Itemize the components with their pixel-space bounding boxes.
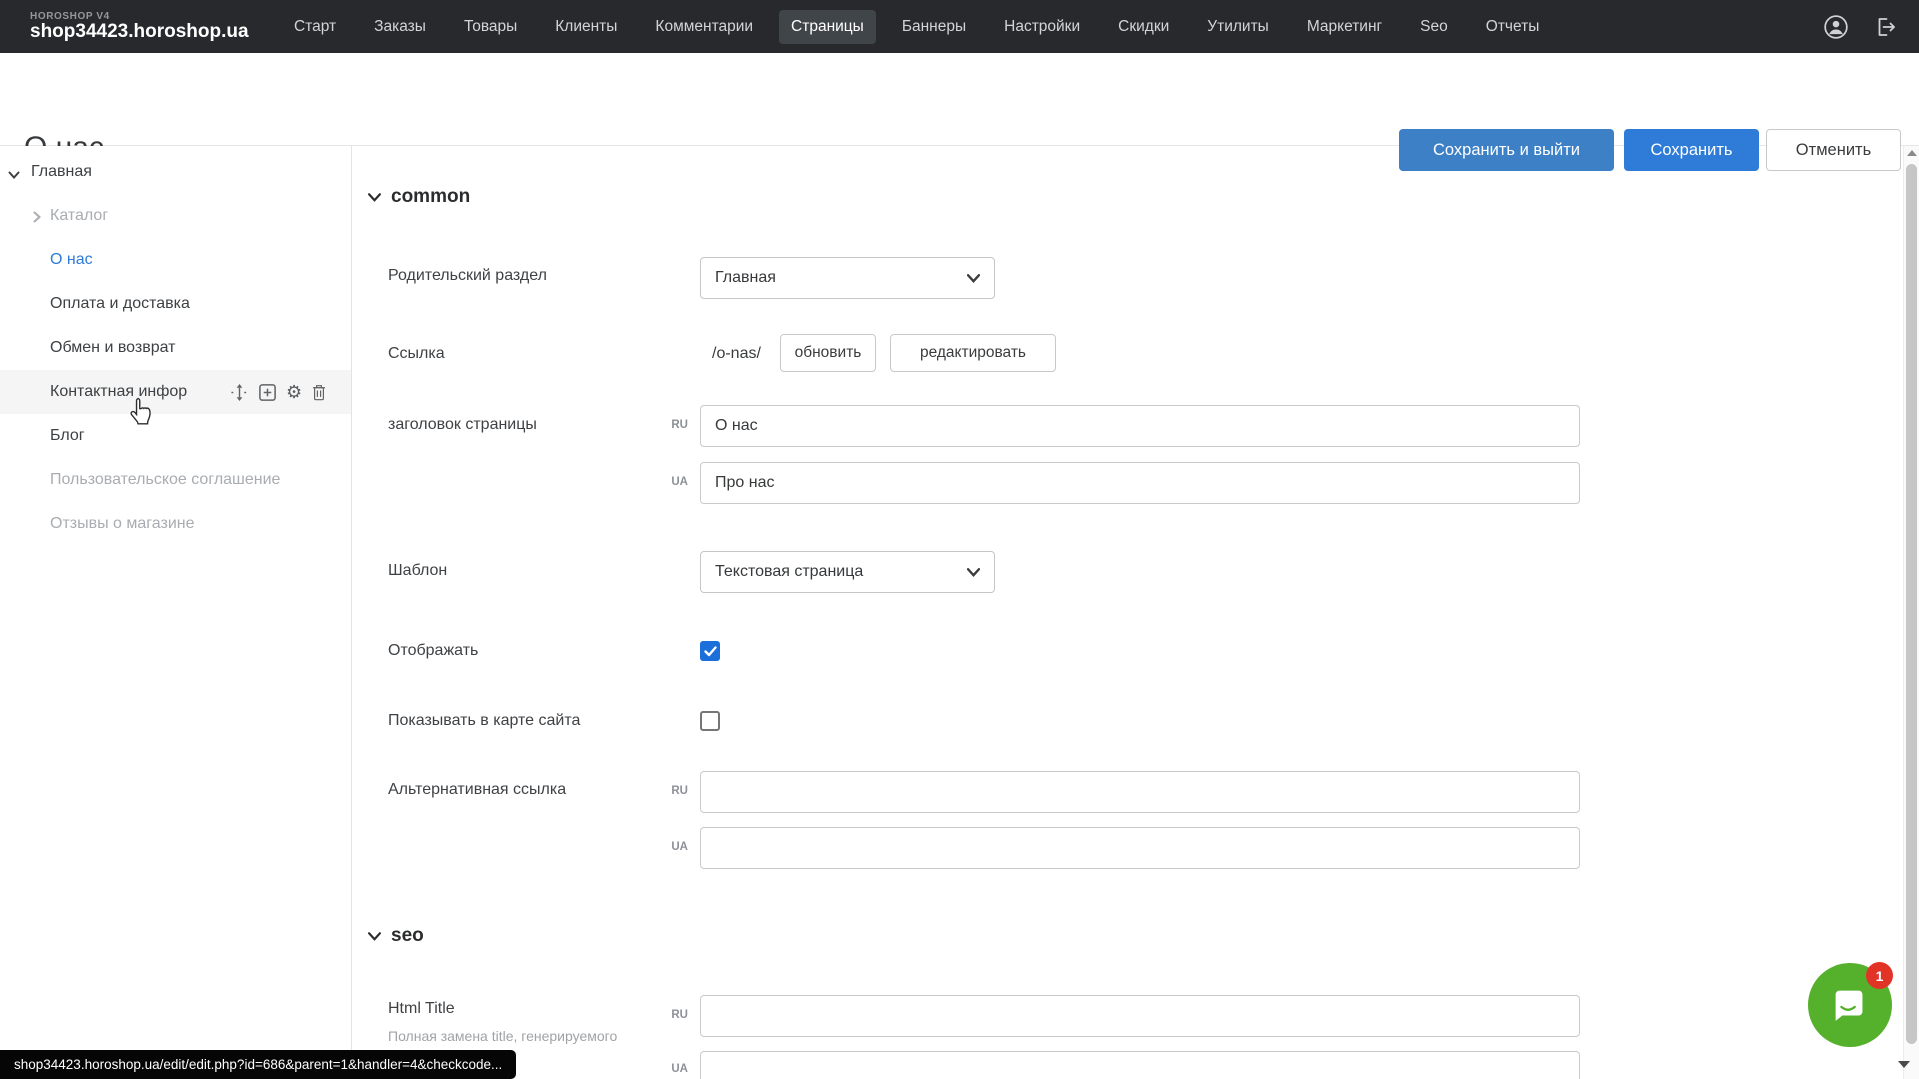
menu-utilities[interactable]: Утилиты (1195, 10, 1281, 44)
chevron-down-icon (368, 932, 381, 941)
topbar-icons (1823, 0, 1897, 53)
template-value: Текстовая страница (715, 563, 863, 581)
sitemap-checkbox[interactable] (700, 711, 720, 731)
sidebar-item-kontaktnaya[interactable]: Контактная инфор ⚙ (0, 370, 351, 414)
save-button[interactable]: Сохранить (1624, 129, 1759, 171)
link-refresh-button[interactable]: обновить (780, 334, 876, 372)
sidebar-item-glavnaya[interactable]: Главная (0, 150, 351, 194)
template-select[interactable]: Текстовая страница (700, 551, 995, 593)
display-checkbox[interactable] (700, 641, 720, 661)
save-and-exit-button[interactable]: Сохранить и выйти (1399, 129, 1614, 171)
sidebar-item-o-nas[interactable]: О нас (0, 238, 351, 282)
section-common-toggle[interactable]: common (368, 186, 470, 208)
menu-products[interactable]: Товары (452, 10, 529, 44)
page-title-ua-input[interactable] (700, 462, 1580, 504)
lang-chip-ru: RU (648, 785, 688, 797)
template-label: Шаблон (388, 562, 447, 580)
chevron-down-icon (967, 274, 980, 283)
lang-chip-ru: RU (648, 419, 688, 431)
topbar-menu: Старт Заказы Товары Клиенты Комментарии … (282, 10, 1551, 44)
link-label: Ссылка (388, 345, 445, 363)
lang-chip-ua: UA (648, 1063, 688, 1075)
html-title-ua-input[interactable] (700, 1051, 1580, 1079)
sidebar-item-label: О нас (50, 251, 93, 269)
menu-discounts[interactable]: Скидки (1106, 10, 1181, 44)
move-icon[interactable] (230, 383, 249, 402)
scroll-down-arrow-icon[interactable] (1898, 1061, 1910, 1068)
menu-comments[interactable]: Комментарии (643, 10, 765, 44)
html-title-label: Html Title (388, 1000, 455, 1018)
menu-marketing[interactable]: Маркетинг (1295, 10, 1394, 44)
alt-link-ru-input[interactable] (700, 771, 1580, 813)
sidebar-item-label: Пользовательское соглашение (50, 471, 280, 489)
scrollbar-thumb[interactable] (1906, 164, 1917, 1044)
sidebar-item-polzovatelskoe[interactable]: Пользовательское соглашение (0, 458, 351, 502)
chevron-right-icon[interactable] (33, 210, 42, 228)
lang-chip-ua: UA (648, 476, 688, 488)
chat-bubble-icon (1827, 982, 1873, 1028)
sidebar-item-katalog[interactable]: Каталог (0, 194, 351, 238)
sidebar-item-actions: ⚙ (230, 370, 327, 414)
section-title: seo (391, 925, 424, 947)
topbar: HOROSHOP V4 shop34423.horoshop.ua Старт … (0, 0, 1919, 53)
screen: HOROSHOP V4 shop34423.horoshop.ua Старт … (0, 0, 1919, 1079)
logout-icon[interactable] (1873, 15, 1897, 39)
sitemap-label: Показывать в карте сайта (388, 712, 580, 730)
logo-version: HOROSHOP V4 (30, 11, 282, 22)
sidebar-item-oplata[interactable]: Оплата и доставка (0, 282, 351, 326)
check-icon (704, 646, 717, 657)
logo: HOROSHOP V4 shop34423.horoshop.ua (30, 11, 282, 43)
chat-unread-badge: 1 (1866, 962, 1893, 989)
menu-orders[interactable]: Заказы (362, 10, 438, 44)
section-seo-toggle[interactable]: seo (368, 925, 424, 947)
section-title: common (391, 186, 470, 208)
cancel-button[interactable]: Отменить (1766, 129, 1901, 171)
sidebar-item-label: Контактная инфор (50, 383, 187, 401)
menu-banners[interactable]: Баннеры (890, 10, 978, 44)
sidebar-item-obmen[interactable]: Обмен и возврат (0, 326, 351, 370)
parent-section-label: Родительский раздел (388, 267, 547, 285)
chevron-down-icon[interactable] (8, 167, 20, 185)
parent-section-select[interactable]: Главная (700, 257, 995, 299)
sidebar-item-blog[interactable]: Блог (0, 414, 351, 458)
parent-section-value: Главная (715, 269, 776, 287)
html-title-hint: Полная замена title, генерируемого (388, 1028, 617, 1044)
cursor-hand-icon (127, 397, 154, 432)
sidebar-tree: Главная Каталог О нас Оплата и доставка … (0, 146, 352, 1079)
menu-pages[interactable]: Страницы (779, 10, 876, 44)
lang-chip-ua: UA (648, 841, 688, 853)
logo-domain: shop34423.horoshop.ua (30, 22, 282, 43)
page-title-field-label: заголовок страницы (388, 416, 537, 434)
sidebar-item-label: Каталог (50, 207, 108, 225)
add-icon[interactable] (258, 383, 277, 402)
account-icon[interactable] (1823, 14, 1849, 40)
menu-reports[interactable]: Отчеты (1474, 10, 1552, 44)
alt-link-label: Альтернативная ссылка (388, 781, 566, 799)
gear-icon[interactable]: ⚙ (286, 383, 302, 401)
alt-link-ua-input[interactable] (700, 827, 1580, 869)
page-header: О нас Сохранить и выйти Сохранить Отмени… (0, 53, 1919, 146)
menu-start[interactable]: Старт (282, 10, 348, 44)
lang-chip-ru: RU (648, 1009, 688, 1021)
sidebar-item-label: Блог (50, 427, 85, 445)
scroll-up-arrow-icon[interactable] (1907, 150, 1917, 156)
menu-settings[interactable]: Настройки (992, 10, 1092, 44)
link-value: /o-nas/ (712, 345, 761, 363)
html-title-ru-input[interactable] (700, 995, 1580, 1037)
chevron-down-icon (368, 193, 381, 202)
link-edit-button[interactable]: редактировать (890, 334, 1056, 372)
status-url-tooltip: shop34423.horoshop.ua/edit/edit.php?id=6… (0, 1050, 516, 1079)
sidebar-item-label: Обмен и возврат (50, 339, 175, 357)
menu-clients[interactable]: Клиенты (543, 10, 629, 44)
display-label: Отображать (388, 642, 478, 660)
sidebar-item-label: Отзывы о магазине (50, 515, 195, 533)
chevron-down-icon (967, 568, 980, 577)
menu-seo[interactable]: Seo (1408, 10, 1460, 44)
sidebar-item-label: Главная (31, 163, 92, 181)
sidebar-item-label: Оплата и доставка (50, 295, 190, 313)
trash-icon[interactable] (311, 383, 327, 402)
page-title-ru-input[interactable] (700, 405, 1580, 447)
sidebar-item-otzyvy[interactable]: Отзывы о магазине (0, 502, 351, 546)
